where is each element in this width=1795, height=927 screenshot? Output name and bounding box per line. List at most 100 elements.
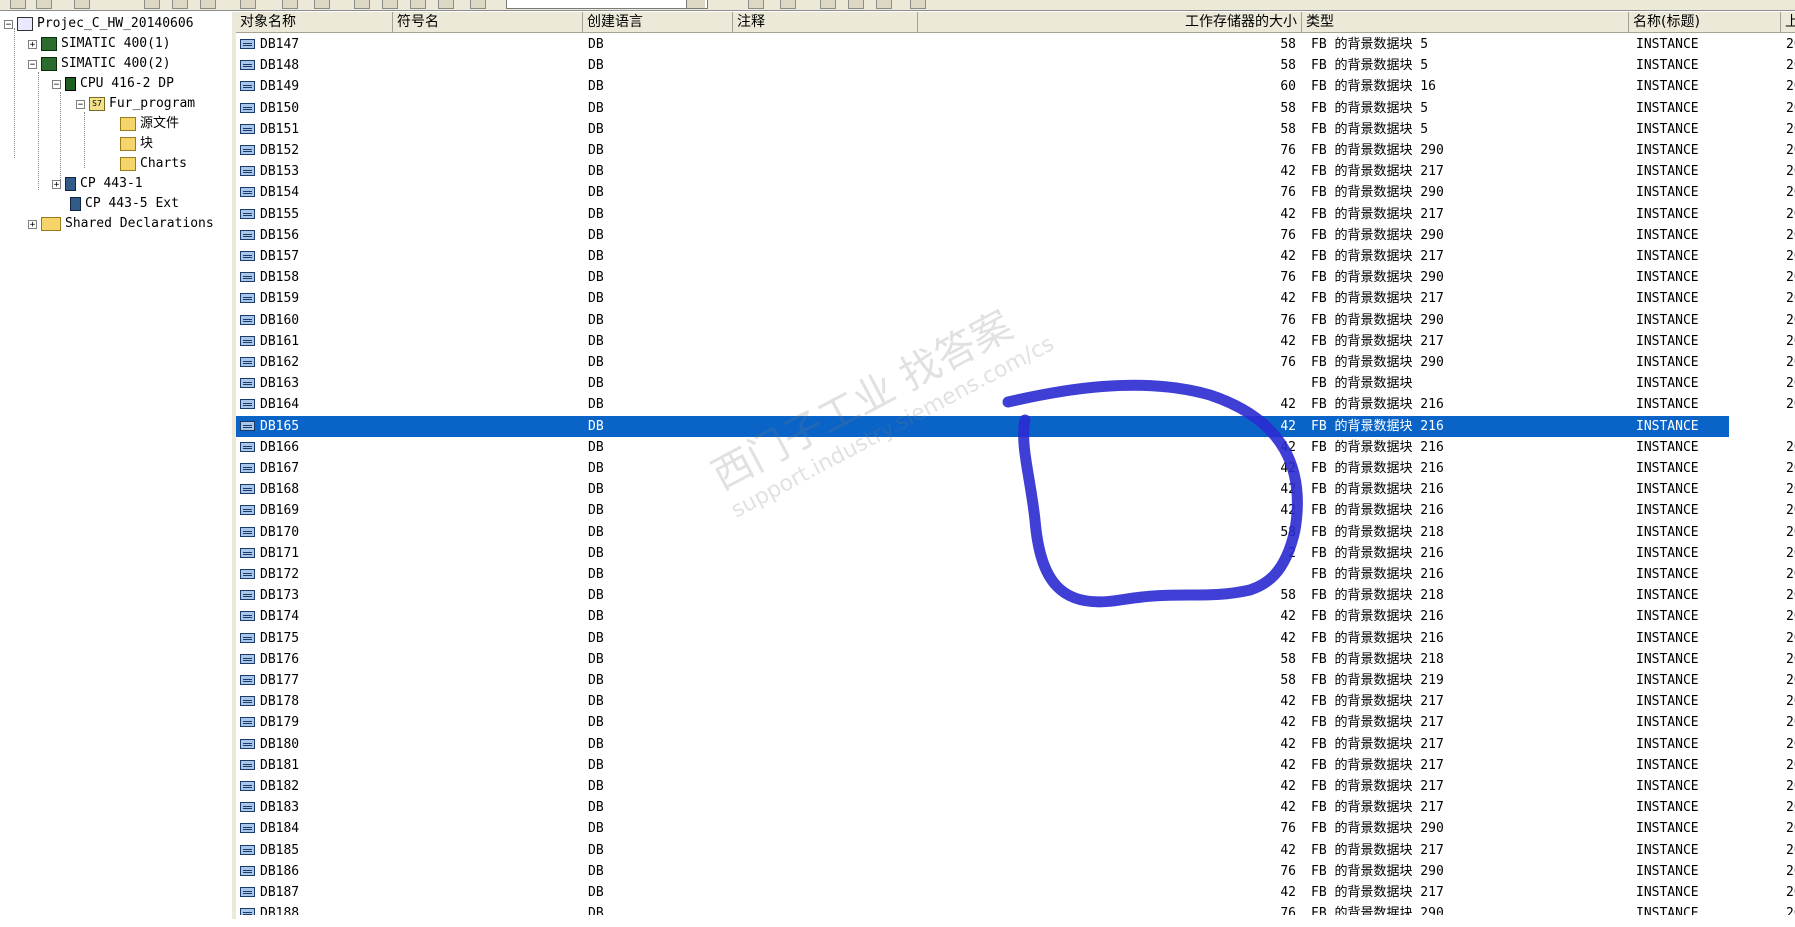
simulation-icon[interactable] xyxy=(748,0,764,9)
table-row[interactable]: DB171 DB 2 FB 的背景数据块 216 INSTANCE 2013-05-26 … xyxy=(236,543,1795,564)
download-icon[interactable] xyxy=(240,0,256,9)
tree-item-cp2[interactable]: CP 443-5 Ext xyxy=(70,194,179,214)
table-row[interactable]: DB173 DB 58 FB 的背景数据块 218 INSTANCE 2013-05-26… xyxy=(236,585,1795,606)
table-row[interactable]: DB164 DB 42 FB 的背景数据块 216 INSTANCE 2013-05-26… xyxy=(236,394,1795,415)
tree-item-project[interactable]: − Projec_C_HW_20140606 xyxy=(4,14,194,34)
collapse-icon[interactable]: − xyxy=(28,59,37,69)
paste-icon[interactable] xyxy=(200,0,216,9)
tree-item-station1[interactable]: + SIMATIC 400(1) xyxy=(28,34,171,54)
cell-size: 76 xyxy=(1280,185,1296,201)
table-row[interactable]: DB180 DB 42 FB 的背景数据块 217 INSTANCE 2013-05-26… xyxy=(236,734,1795,755)
column-header-title[interactable]: 名称(标题) xyxy=(1629,12,1781,33)
table-row[interactable]: DB181 DB 42 FB 的背景数据块 217 INSTANCE 2013-05-26… xyxy=(236,755,1795,776)
small-icons-icon[interactable] xyxy=(382,0,398,9)
list-view-icon[interactable] xyxy=(410,0,426,9)
tree-item-station2[interactable]: − SIMATIC 400(2) xyxy=(28,54,171,74)
table-row[interactable]: DB179 DB 42 FB 的背景数据块 217 INSTANCE 2013-05-26… xyxy=(236,712,1795,733)
table-row[interactable]: DB163 DB FB 的背景数据块 INSTANCE 2013-05-26 10:03… xyxy=(236,373,1795,394)
table-row[interactable]: DB167 DB 42 FB 的背景数据块 216 INSTANCE 2013-05-26… xyxy=(236,458,1795,479)
table-row[interactable]: DB169 DB 42 FB 的背景数据块 216 INSTANCE 2013-05-26… xyxy=(236,500,1795,521)
table-row[interactable]: DB152 DB 76 FB 的背景数据块 290 INSTANCE 2013-05-26… xyxy=(236,140,1795,161)
table-row[interactable]: DB174 DB 42 FB 的背景数据块 216 INSTANCE 2013-05-26… xyxy=(236,606,1795,627)
filter-select[interactable] xyxy=(506,0,708,9)
large-icons-icon[interactable] xyxy=(354,0,370,9)
cell-modified: 2013-05-26 10:03:09 xyxy=(1786,270,1795,286)
data-block-icon xyxy=(240,696,257,707)
column-header-type[interactable]: 类型 xyxy=(1302,12,1629,33)
table-row[interactable]: DB161 DB 42 FB 的背景数据块 217 INSTANCE 2013-05-26… xyxy=(236,331,1795,352)
table-row[interactable]: DB183 DB 42 FB 的背景数据块 217 INSTANCE 2013-05-26… xyxy=(236,797,1795,818)
table-row[interactable]: DB166 DB 42 FB 的背景数据块 216 INSTANCE 2013-05-26… xyxy=(236,437,1795,458)
collapse-icon[interactable]: − xyxy=(4,19,13,29)
table-row[interactable]: DB182 DB 42 FB 的背景数据块 217 INSTANCE 2013-05-26… xyxy=(236,776,1795,797)
offline-icon[interactable] xyxy=(314,0,330,9)
table-row[interactable]: DB184 DB 76 FB 的背景数据块 290 INSTANCE 2013-05-26… xyxy=(236,818,1795,839)
tree-item-charts[interactable]: Charts xyxy=(120,154,187,174)
tree-item-program[interactable]: − S7 Fur_program xyxy=(76,94,195,114)
column-header-symbol[interactable]: 符号名 xyxy=(393,12,583,33)
filter-icon[interactable] xyxy=(470,0,486,9)
help-icon[interactable] xyxy=(910,0,926,9)
cell-type: FB 的背景数据块 290 xyxy=(1311,863,1444,879)
table-row[interactable]: DB154 DB 76 FB 的背景数据块 290 INSTANCE 2013-05-26… xyxy=(236,182,1795,203)
copy-icon[interactable] xyxy=(172,0,188,9)
table-row[interactable]: DB150 DB 58 FB 的背景数据块 5 INSTANCE 2013-05-26 1… xyxy=(236,98,1795,119)
tree-item-shared-declarations[interactable]: + Shared Declarations xyxy=(28,214,214,234)
table-row[interactable]: DB165 DB 42 FB 的背景数据块 216 INSTANCE 2013-05-26… xyxy=(236,415,1795,437)
blocks-folder-icon xyxy=(120,137,136,151)
table-row[interactable]: DB177 DB 58 FB 的背景数据块 219 INSTANCE 2013-05-26… xyxy=(236,670,1795,691)
tile-icon[interactable] xyxy=(848,0,864,9)
table-row[interactable]: DB170 DB 58 FB 的背景数据块 218 INSTANCE 2013-05-26… xyxy=(236,522,1795,543)
tree-item-cp1[interactable]: + CP 443-1 xyxy=(52,174,143,194)
table-row[interactable]: DB172 DB FB 的背景数据块 216 INSTANCE 2013-05-26 1… xyxy=(236,564,1795,585)
table-row[interactable]: DB147 DB 58 FB 的背景数据块 5 INSTANCE 2013-05-26 1… xyxy=(236,34,1795,55)
arrange-icon[interactable] xyxy=(876,0,892,9)
tree-item-blocks[interactable]: 块 xyxy=(120,134,153,154)
column-header-language[interactable]: 创建语言 xyxy=(583,12,733,33)
column-header-name[interactable]: 对象名称 xyxy=(236,12,393,33)
expand-icon[interactable]: + xyxy=(28,219,37,229)
chevron-down-icon[interactable] xyxy=(686,0,705,8)
table-row[interactable]: DB153 DB 42 FB 的背景数据块 217 INSTANCE 2013-05-26… xyxy=(236,161,1795,182)
table-row[interactable]: DB148 DB 58 FB 的背景数据块 5 INSTANCE 2013-05-26 1… xyxy=(236,55,1795,76)
table-row[interactable]: DB158 DB 76 FB 的背景数据块 290 INSTANCE 2013-05-26… xyxy=(236,267,1795,288)
expand-icon[interactable]: + xyxy=(28,39,37,49)
cell-modified: 2013-05-26 10:03:06 xyxy=(1786,439,1795,455)
table-row[interactable]: DB160 DB 76 FB 的背景数据块 290 INSTANCE 2013-05-26… xyxy=(236,310,1795,331)
accessible-nodes-icon[interactable] xyxy=(74,0,90,9)
table-row[interactable]: DB187 DB 42 FB 的背景数据块 217 INSTANCE 2013-05-26… xyxy=(236,882,1795,903)
cut-icon[interactable] xyxy=(144,0,160,9)
tree-item-sources[interactable]: 源文件 xyxy=(120,114,179,134)
details-view-icon[interactable] xyxy=(438,0,454,9)
cascade-icon[interactable] xyxy=(820,0,836,9)
table-row[interactable]: DB178 DB 42 FB 的背景数据块 217 INSTANCE 2013-05-26… xyxy=(236,691,1795,712)
cell-language: DB xyxy=(588,227,604,243)
new-icon[interactable] xyxy=(10,0,26,9)
collapse-icon[interactable]: − xyxy=(52,79,61,89)
table-row[interactable]: DB149 DB 60 FB 的背景数据块 16 INSTANCE 2013-05-26 … xyxy=(236,76,1795,97)
open-icon[interactable] xyxy=(36,0,52,9)
table-row[interactable]: DB157 DB 42 FB 的背景数据块 217 INSTANCE 2013-05-26… xyxy=(236,246,1795,267)
netpro-icon[interactable] xyxy=(780,0,796,9)
table-row[interactable]: DB159 DB 42 FB 的背景数据块 217 INSTANCE 2013-05-26… xyxy=(236,288,1795,309)
online-icon[interactable] xyxy=(282,0,298,9)
table-row[interactable]: DB168 DB 42 FB 的背景数据块 216 INSTANCE 2013-05-26… xyxy=(236,479,1795,500)
table-row[interactable]: DB151 DB 58 FB 的背景数据块 5 INSTANCE 2013-05-26 1… xyxy=(236,119,1795,140)
table-row[interactable]: DB186 DB 76 FB 的背景数据块 290 INSTANCE 2013-05-26… xyxy=(236,861,1795,882)
table-row[interactable]: DB185 DB 42 FB 的背景数据块 217 INSTANCE 2013-05-26… xyxy=(236,840,1795,861)
tree-item-cpu[interactable]: − CPU 416-2 DP xyxy=(52,74,174,94)
collapse-icon[interactable]: − xyxy=(76,99,85,109)
table-row[interactable]: DB155 DB 42 FB 的背景数据块 217 INSTANCE 2013-05-26… xyxy=(236,204,1795,225)
table-row[interactable]: DB175 DB 42 FB 的背景数据块 216 INSTANCE 2013-05-26… xyxy=(236,628,1795,649)
cell-language: DB xyxy=(588,524,604,540)
table-row[interactable]: DB162 DB 76 FB 的背景数据块 290 INSTANCE 2013-05-26… xyxy=(236,352,1795,373)
column-header-modified[interactable]: 上一次修改 xyxy=(1781,12,1795,33)
cell-modified: 2013-05-26 10:03:08 xyxy=(1786,800,1795,816)
table-row[interactable]: DB176 DB 58 FB 的背景数据块 218 INSTANCE 2013-05-26… xyxy=(236,649,1795,670)
expand-icon[interactable]: + xyxy=(52,179,61,189)
table-row[interactable]: DB156 DB 76 FB 的背景数据块 290 INSTANCE 2013-05-26… xyxy=(236,225,1795,246)
column-header-comment[interactable]: 注释 xyxy=(733,12,918,33)
cell-size: 42 xyxy=(1280,439,1296,455)
column-header-size[interactable]: 工作存储器的大小 xyxy=(918,12,1302,33)
table-row[interactable]: DB188 DB 76 FB 的背景数据块 290 INSTANCE 2013-05-26… xyxy=(236,903,1795,915)
